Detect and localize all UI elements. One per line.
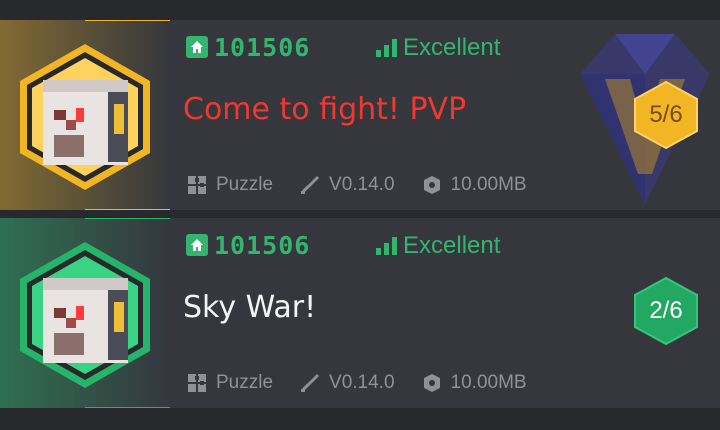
player-count-badge: 2/6 — [632, 276, 700, 346]
version-label: V0.14.0 — [329, 174, 395, 195]
signal-bars-icon — [376, 39, 397, 57]
connection-status: Excellent — [376, 34, 500, 62]
signal-label: Excellent — [403, 34, 501, 61]
room-title: Sky War! — [183, 290, 317, 325]
home-icon — [186, 36, 208, 58]
room-id: 101506 — [186, 32, 310, 62]
room-id-number: 101506 — [214, 32, 311, 62]
room-meta: Puzzle V0.14.0 10.00MB — [186, 368, 553, 398]
signal-label: Excellent — [403, 232, 501, 259]
puzzle-icon — [188, 176, 206, 194]
package-icon — [423, 176, 440, 194]
room-title: Come to fight! PVP — [183, 92, 467, 127]
sword-icon — [301, 176, 320, 194]
size-label: 10.00MB — [450, 372, 527, 393]
room-id-number: 101506 — [214, 230, 311, 260]
room-card[interactable]: 101506 Excellent Sky War! 2/6 Puzzle V0.… — [0, 218, 720, 408]
avatar[interactable] — [10, 40, 160, 190]
room-card[interactable]: 101506 Excellent Come to fight! PVP 5/6 … — [0, 20, 720, 210]
sword-icon — [301, 374, 320, 392]
room-meta: Puzzle V0.14.0 10.00MB — [186, 170, 553, 200]
home-icon — [186, 234, 208, 256]
player-count: 2/6 — [649, 297, 683, 324]
size-label: 10.00MB — [450, 174, 527, 195]
package-icon — [423, 374, 440, 392]
puzzle-icon — [188, 374, 206, 392]
connection-status: Excellent — [376, 232, 500, 260]
avatar[interactable] — [10, 238, 160, 388]
signal-bars-icon — [376, 237, 397, 255]
category-label: Puzzle — [216, 174, 274, 195]
player-count-badge: 5/6 — [632, 80, 700, 150]
version-label: V0.14.0 — [329, 372, 395, 393]
category-label: Puzzle — [216, 372, 274, 393]
player-count: 5/6 — [649, 101, 683, 128]
room-id: 101506 — [186, 230, 310, 260]
